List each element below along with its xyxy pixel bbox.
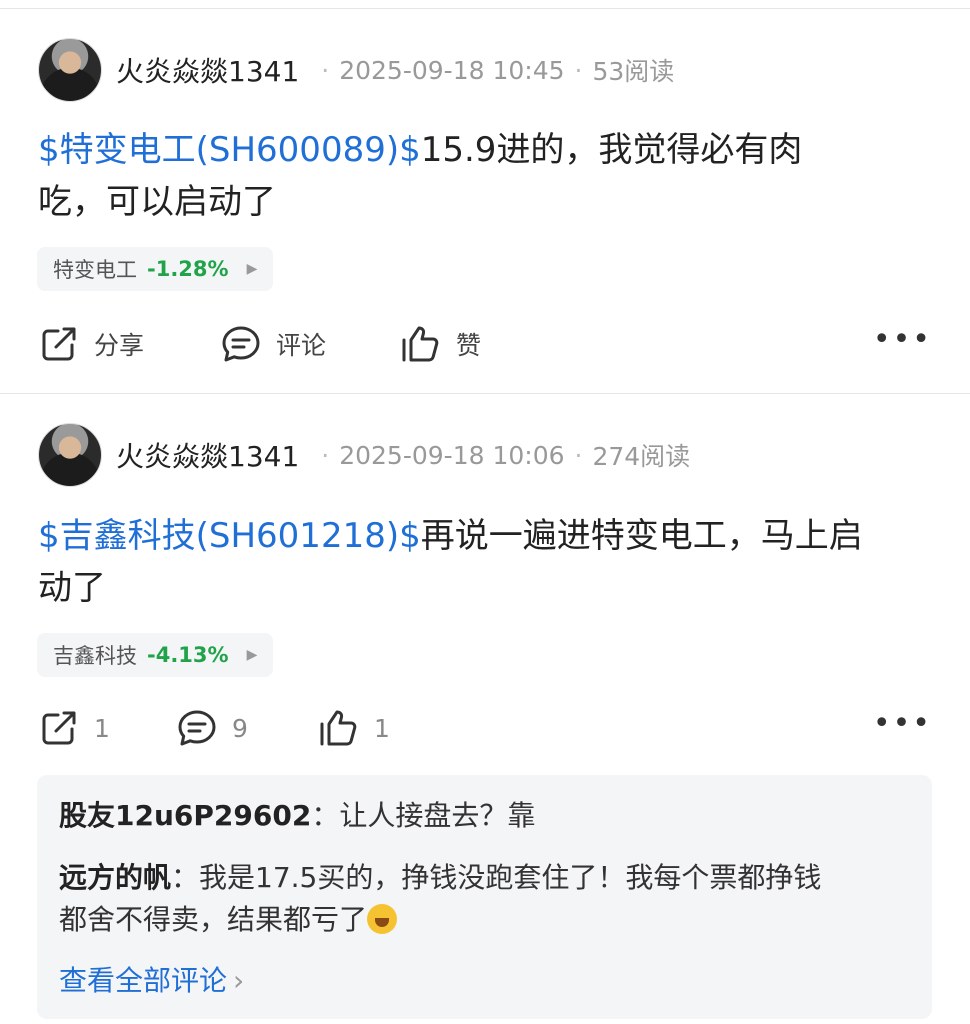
- post-meta: · 2025-09-18 10:45 · 53阅读: [311, 52, 674, 88]
- stock-tag-link[interactable]: $特变电工(SH600089)$: [38, 130, 421, 170]
- meta-dot: ·: [574, 440, 583, 470]
- comment-button[interactable]: 9: [176, 706, 248, 750]
- meta-dot: ·: [321, 440, 330, 470]
- comment-preview-box: 股友12u6P29602：让人接盘去？靠 远方的帆：我是17.5买的，挣钱没跑套…: [37, 775, 932, 1019]
- post-text: $吉鑫科技(SH601218)$再说一遍进特变电工，马上启 动了: [38, 510, 938, 614]
- avatar[interactable]: [38, 38, 102, 102]
- comment-item[interactable]: 远方的帆：我是17.5买的，挣钱没跑套住了！我每个票都挣钱 都舍不得卖，结果都亏…: [59, 857, 919, 941]
- more-icon[interactable]: •••: [873, 325, 932, 355]
- comment-author[interactable]: 远方的帆: [59, 861, 171, 894]
- post-divider: [0, 393, 970, 394]
- comment-text-line2: 都舍不得卖，结果都亏了: [59, 903, 368, 936]
- meta-dot: ·: [574, 55, 583, 85]
- like-count: 1: [374, 713, 390, 743]
- play-arrow-icon: ▶: [246, 647, 258, 663]
- post-text: $特变电工(SH600089)$15.9进的，我觉得必有肉 吃，可以启动了: [38, 124, 938, 228]
- share-button[interactable]: 1: [38, 706, 110, 750]
- username[interactable]: 火炎焱燚1341: [116, 435, 299, 475]
- meta-dot: ·: [321, 55, 330, 85]
- comment-separator: ：: [171, 861, 200, 894]
- crying-laughing-emoji-icon: [367, 904, 398, 934]
- comment-text: 让人接盘去？靠: [339, 799, 536, 832]
- like-button[interactable]: 赞: [400, 322, 481, 366]
- stock-chip[interactable]: 特变电工 -1.28% ▶: [37, 247, 274, 291]
- stock-change: -1.28%: [147, 257, 229, 281]
- like-label: 赞: [456, 331, 482, 360]
- share-count: 1: [94, 713, 110, 743]
- view-all-label: 查看全部评论: [59, 964, 228, 997]
- stock-name: 特变电工: [53, 258, 137, 282]
- comment-label: 评论: [276, 331, 327, 360]
- stock-change: -4.13%: [147, 643, 229, 667]
- thumbs-up-icon: [402, 326, 439, 362]
- post-actions: 分享 评论 赞 •••: [38, 322, 932, 366]
- post-text-line1: 再说一遍进特变电工，马上启: [420, 516, 863, 556]
- chevron-right-icon: ›: [233, 964, 245, 997]
- stock-name: 吉鑫科技: [53, 644, 137, 668]
- share-button[interactable]: 分享: [38, 322, 144, 366]
- timestamp: 2025-09-18 10:45: [339, 55, 565, 85]
- share-icon: [42, 711, 76, 745]
- stock-chip[interactable]: 吉鑫科技 -4.13% ▶: [37, 633, 274, 677]
- comment-button[interactable]: 评论: [220, 322, 326, 366]
- username[interactable]: 火炎焱燚1341: [116, 50, 299, 90]
- post-meta: · 2025-09-18 10:06 · 274阅读: [311, 437, 690, 473]
- thumbs-up-icon: [320, 710, 357, 746]
- timestamp: 2025-09-18 10:06: [339, 440, 565, 470]
- comment-separator: ：: [311, 799, 340, 832]
- stock-tag-link[interactable]: $吉鑫科技(SH601218)$: [38, 516, 421, 556]
- top-divider: [0, 8, 970, 9]
- share-label: 分享: [94, 331, 145, 360]
- post-text-line2: 动了: [38, 568, 106, 608]
- post-text-line1: 15.9进的，我觉得必有肉: [420, 130, 803, 170]
- comment-author[interactable]: 股友12u6P29602: [59, 799, 311, 832]
- post-text-line2: 吃，可以启动了: [38, 182, 276, 222]
- read-count: 274阅读: [592, 442, 691, 471]
- post-actions: 1 9 1 •••: [38, 706, 932, 750]
- comment-count: 9: [232, 713, 248, 743]
- more-icon[interactable]: •••: [873, 709, 932, 739]
- share-icon: [42, 327, 76, 361]
- comment-text-line1: 我是17.5买的，挣钱没跑套住了！我每个票都挣钱: [199, 861, 822, 894]
- like-button[interactable]: 1: [318, 706, 390, 750]
- play-arrow-icon: ▶: [246, 261, 258, 277]
- view-all-comments-link[interactable]: 查看全部评论 ›: [59, 959, 244, 999]
- comment-icon: [222, 326, 260, 362]
- read-count: 53阅读: [592, 57, 675, 86]
- comment-item[interactable]: 股友12u6P29602：让人接盘去？靠: [59, 795, 919, 837]
- post-header: 火炎焱燚1341 · 2025-09-18 10:45 · 53阅读: [38, 38, 674, 102]
- comment-icon: [178, 710, 216, 746]
- avatar[interactable]: [38, 423, 102, 487]
- post-header: 火炎焱燚1341 · 2025-09-18 10:06 · 274阅读: [38, 423, 690, 487]
